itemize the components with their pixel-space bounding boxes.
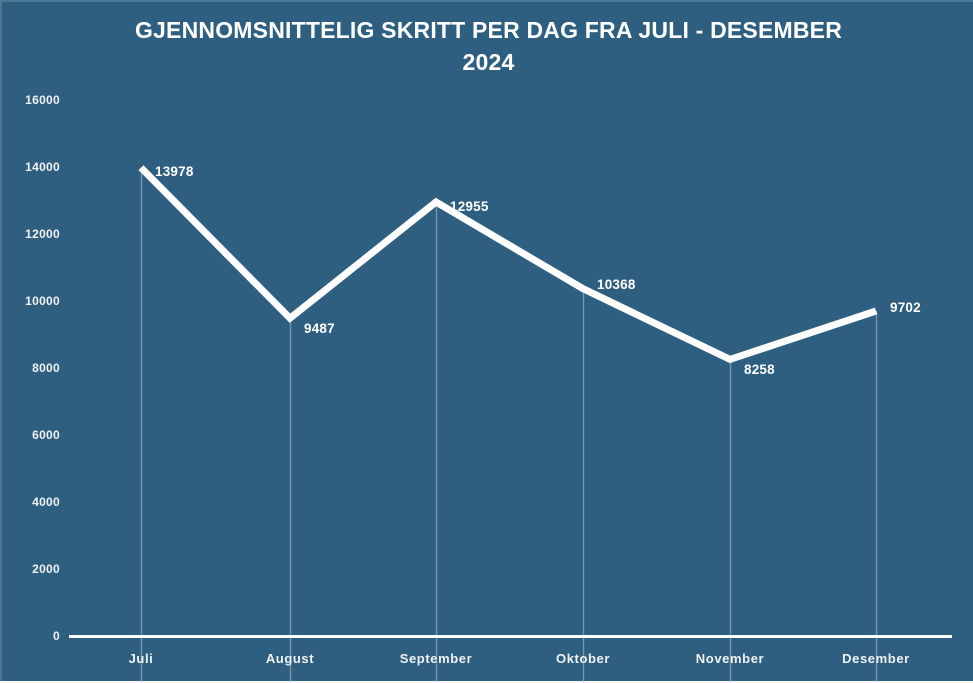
data-point-label: 13978 [155, 163, 194, 179]
x-axis-tick-label: Desember [842, 651, 910, 666]
y-axis-tick-label: 2000 [32, 562, 60, 576]
x-axis-tick-label: August [265, 651, 315, 666]
y-axis-tick-label: 4000 [32, 495, 60, 509]
x-axis-tick-label: Oktober [555, 651, 611, 666]
y-axis-tick-label: 8000 [32, 361, 60, 375]
data-point-label: 10368 [597, 276, 636, 292]
y-axis-tick-label: 0 [53, 629, 60, 643]
data-series-line [138, 165, 878, 364]
y-axis-tick-label: 10000 [25, 294, 60, 308]
x-axis-tick-label: September [399, 651, 473, 666]
y-axis-tick-label: 16000 [25, 93, 60, 107]
chart-container: GJENNOMSNITTELIG SKRITT PER DAG FRA JULI… [0, 0, 973, 683]
y-axis-tick-label: 6000 [32, 428, 60, 442]
line-chart-plot [69, 165, 952, 683]
data-point-label: 12955 [450, 199, 489, 214]
y-axis-tick-label: 14000 [25, 160, 60, 174]
x-axis-tick-label: November [695, 651, 765, 666]
data-point-label: 9487 [304, 321, 335, 337]
y-axis-tick-label: 12000 [25, 227, 60, 241]
data-point-label: 9702 [890, 299, 921, 315]
data-point-label: 8258 [744, 362, 775, 378]
x-axis-tick-label: Juli [128, 651, 154, 666]
